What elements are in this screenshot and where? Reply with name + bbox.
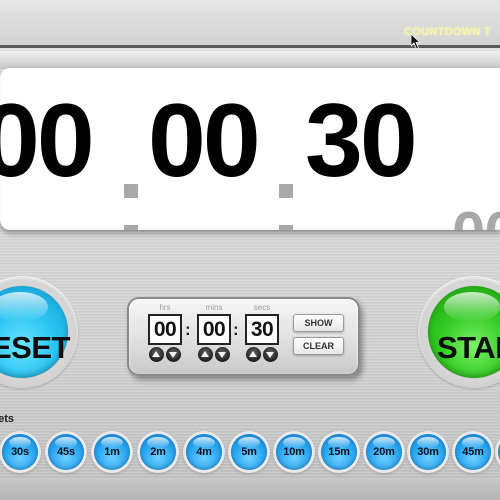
preset-label: 5m [241, 446, 257, 458]
mouse-cursor-icon [411, 34, 421, 50]
bottom-strip [0, 478, 500, 500]
preset-button[interactable]: 15m [321, 434, 357, 470]
start-button[interactable]: STAR [418, 276, 500, 388]
preset-label: 45m [462, 446, 484, 458]
preset-label: 30s [11, 446, 29, 458]
setter-colon: : [233, 320, 239, 339]
display-seconds: 30 [305, 83, 418, 199]
preset-label: 4m [196, 446, 212, 458]
hours-input[interactable]: 00 [148, 314, 182, 345]
reset-label: ESET [0, 330, 70, 365]
start-label: STAR [437, 330, 500, 365]
hours-down-arrow-icon[interactable] [166, 347, 181, 362]
setter-mins-label: mins [205, 303, 223, 312]
preset-button[interactable]: 30s [2, 434, 38, 470]
presets-label: sets [0, 413, 15, 425]
seconds-input[interactable]: 30 [245, 314, 279, 345]
preset-button[interactable]: 1m [94, 434, 130, 470]
countdown-display: 00 00 30 00 hours mins secs [0, 68, 500, 230]
display-fraction: 00 [452, 199, 500, 230]
preset-label: 45s [57, 446, 75, 458]
preset-button[interactable]: 30m [410, 434, 446, 470]
show-button[interactable]: SHOW [293, 314, 344, 332]
display-hours: 00 [0, 83, 95, 199]
preset-label: 20m [373, 446, 395, 458]
clear-button[interactable]: CLEAR [293, 337, 344, 355]
preset-button[interactable]: 10m [276, 434, 312, 470]
display-minutes: 00 [148, 83, 261, 199]
setter-hours-label: hrs [159, 303, 171, 312]
preset-button[interactable]: 45m [455, 434, 491, 470]
time-setter-panel: hrs 00 : mins 00 : secs 30 SHOW CLEAR [127, 297, 360, 376]
preset-button[interactable]: 20m [366, 434, 402, 470]
setter-colon: : [185, 320, 191, 339]
top-bar: COUNTDOWN T [0, 0, 500, 48]
seconds-down-arrow-icon[interactable] [263, 347, 278, 362]
hours-up-arrow-icon[interactable] [149, 347, 164, 362]
seconds-up-arrow-icon[interactable] [246, 347, 261, 362]
preset-button[interactable]: 2m [140, 434, 176, 470]
minutes-down-arrow-icon[interactable] [215, 347, 230, 362]
minutes-up-arrow-icon[interactable] [198, 347, 213, 362]
setter-minutes: mins 00 [197, 303, 231, 362]
preset-label: 2m [150, 446, 166, 458]
preset-button[interactable]: 45s [48, 434, 84, 470]
preset-label: 1m [104, 446, 120, 458]
preset-button[interactable]: 5m [231, 434, 267, 470]
preset-label: 15m [328, 446, 350, 458]
preset-label: 30m [417, 446, 439, 458]
preset-label: 10m [283, 446, 305, 458]
setter-seconds: secs 30 [245, 303, 279, 362]
setter-secs-label: secs [253, 303, 271, 312]
setter-hours: hrs 00 [148, 303, 182, 362]
preset-button[interactable]: 4m [186, 434, 222, 470]
display-rail [0, 51, 500, 69]
start-orb: STAR [428, 286, 500, 378]
reset-button[interactable]: ESET [0, 276, 78, 388]
reset-orb: ESET [0, 286, 70, 378]
minutes-input[interactable]: 00 [197, 314, 231, 345]
